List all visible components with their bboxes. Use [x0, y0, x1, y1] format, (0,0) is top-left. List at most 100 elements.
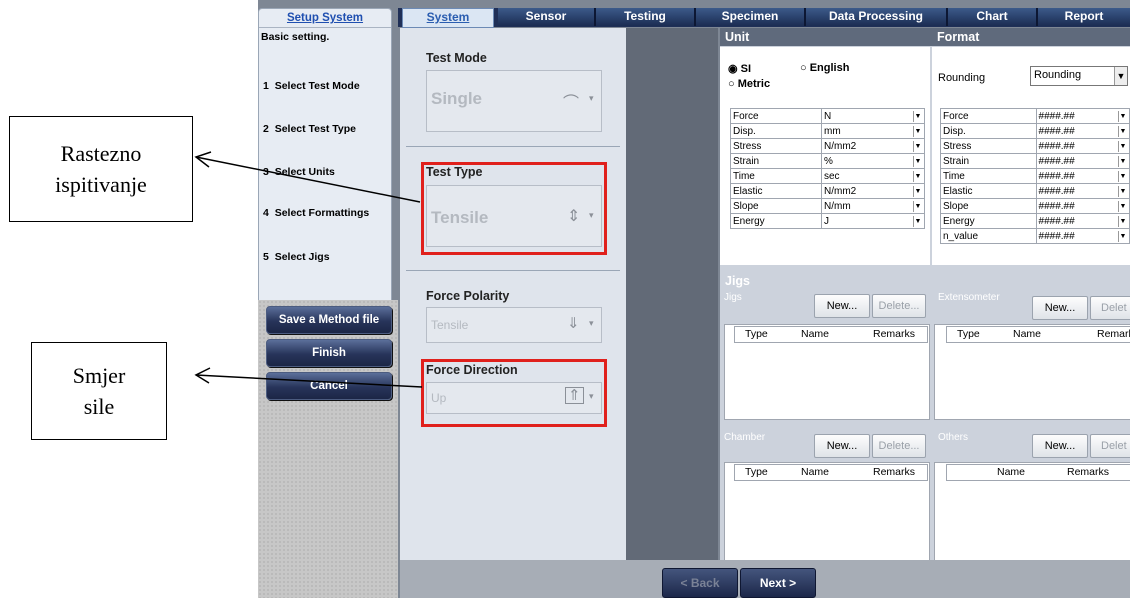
- table-row: Slope N/mm ▼: [730, 198, 925, 214]
- tab-testing[interactable]: Testing: [596, 8, 696, 26]
- row-value-select[interactable]: ####.## ▼: [1035, 213, 1130, 229]
- callout-direction: Smjer sile: [31, 342, 167, 440]
- chevron-down-icon: ▼: [1118, 110, 1127, 122]
- others-label: Others: [938, 432, 969, 443]
- tab-chart[interactable]: Chart: [948, 8, 1038, 26]
- app-window: System Sensor Testing Specimen Data Proc…: [258, 0, 1130, 598]
- tab-data-processing[interactable]: Data Processing: [806, 8, 948, 26]
- step-4[interactable]: 4 Select Formattings: [263, 207, 369, 219]
- chamber-new-button[interactable]: New...: [814, 434, 870, 458]
- chevron-down-icon: ▼: [1118, 185, 1127, 197]
- table-row: Time ####.## ▼: [940, 168, 1130, 184]
- test-mode-label: Test Mode: [426, 51, 487, 65]
- tab-report[interactable]: Report: [1038, 8, 1130, 26]
- jigs-label: Jigs: [724, 292, 742, 303]
- step-5[interactable]: 5 Select Jigs: [263, 251, 330, 263]
- row-value-select[interactable]: ####.## ▼: [1035, 228, 1130, 244]
- table-row: Time sec ▼: [730, 168, 925, 184]
- tab-system[interactable]: System: [402, 8, 494, 28]
- chevron-down-icon: ▾: [589, 318, 594, 328]
- row-value-select[interactable]: J ▼: [821, 213, 925, 229]
- metric-radio[interactable]: ○ Metric: [728, 78, 770, 90]
- tab-bar: System Sensor Testing Specimen Data Proc…: [398, 8, 1130, 28]
- table-row: Strain ####.## ▼: [940, 153, 1130, 169]
- extensometer-list-header: Type Name Remarks: [946, 326, 1130, 343]
- unit-title: Unit: [720, 28, 935, 46]
- test-mode-select[interactable]: Single ⌒ ▾: [426, 70, 602, 132]
- row-name: Stress: [730, 138, 822, 154]
- jigs-new-button[interactable]: New...: [814, 294, 870, 318]
- divider: [406, 146, 620, 147]
- chevron-down-icon: ▼: [1118, 140, 1127, 152]
- divider: [406, 270, 620, 271]
- chevron-down-icon: ▼: [1118, 200, 1127, 212]
- rounding-label: Rounding: [938, 72, 986, 84]
- table-row: n_value ####.## ▼: [940, 228, 1130, 244]
- row-value-select[interactable]: N/mm ▼: [821, 198, 925, 214]
- table-row: Elastic ####.## ▼: [940, 183, 1130, 199]
- table-row: Disp. mm ▼: [730, 123, 925, 139]
- callout-tensile: Rastezno ispitivanje: [9, 116, 193, 222]
- basic-setting-label: Basic setting.: [261, 31, 330, 43]
- step-2[interactable]: 2 Select Test Type: [263, 123, 356, 135]
- si-radio[interactable]: ◉ SI: [728, 62, 751, 75]
- cancel-button[interactable]: Cancel: [266, 372, 392, 400]
- chevron-down-icon: ▼: [1114, 67, 1127, 85]
- force-polarity-select[interactable]: Tensile ⇓ ▾: [426, 307, 602, 343]
- row-value-select[interactable]: N/mm2 ▼: [821, 138, 925, 154]
- row-value-select[interactable]: ####.## ▼: [1035, 153, 1130, 169]
- others-delete-button[interactable]: Delet: [1090, 434, 1130, 458]
- row-value-select[interactable]: N/mm2 ▼: [821, 183, 925, 199]
- step-1[interactable]: 1 Select Test Mode: [263, 80, 360, 92]
- chevron-down-icon: ▼: [1118, 125, 1127, 137]
- table-row: Disp. ####.## ▼: [940, 123, 1130, 139]
- row-value-select[interactable]: ####.## ▼: [1035, 198, 1130, 214]
- row-name: Force: [730, 108, 822, 124]
- jigs-delete-button[interactable]: Delete...: [872, 294, 926, 318]
- unit-table: Force N ▼ Disp. mm ▼ Stress N/mm2 ▼ Strain% ▼ Time s…: [730, 108, 925, 229]
- row-value-select[interactable]: mm ▼: [821, 123, 925, 139]
- row-name: Energy: [730, 213, 822, 229]
- chevron-down-icon: ▼: [1118, 230, 1127, 242]
- row-name: Force: [940, 108, 1037, 124]
- tab-sensor[interactable]: Sensor: [498, 8, 596, 26]
- chamber-list-header: Type Name Remarks: [734, 464, 928, 481]
- row-name: Slope: [730, 198, 822, 214]
- row-value-select[interactable]: N ▼: [821, 108, 925, 124]
- row-value-select[interactable]: ####.## ▼: [1035, 183, 1130, 199]
- table-row: Force N ▼: [730, 108, 925, 124]
- others-list-header: Name Remarks: [946, 464, 1130, 481]
- tab-specimen[interactable]: Specimen: [696, 8, 806, 26]
- back-button[interactable]: < Back: [662, 568, 738, 598]
- callout-tensile-line1: Rastezno: [60, 141, 142, 166]
- finish-button[interactable]: Finish: [266, 339, 392, 367]
- table-row: Elastic N/mm2 ▼: [730, 183, 925, 199]
- row-name: n_value: [940, 228, 1037, 244]
- chevron-down-icon: ▼: [913, 140, 922, 152]
- row-value-select[interactable]: sec ▼: [821, 168, 925, 184]
- table-row: Energy J ▼: [730, 213, 925, 229]
- setup-system-title[interactable]: Setup System: [259, 9, 391, 28]
- others-new-button[interactable]: New...: [1032, 434, 1088, 458]
- english-radio[interactable]: ○ English: [800, 62, 849, 74]
- format-title: Format: [932, 28, 1130, 46]
- rounding-select[interactable]: Rounding ▼: [1030, 66, 1128, 86]
- table-row: Stress ####.## ▼: [940, 138, 1130, 154]
- next-button[interactable]: Next >: [740, 568, 816, 598]
- extensometer-new-button[interactable]: New...: [1032, 296, 1088, 320]
- step-3[interactable]: 3 Select Units: [263, 166, 335, 178]
- row-value-select[interactable]: ####.## ▼: [1035, 108, 1130, 124]
- extensometer-delete-button[interactable]: Delet: [1090, 296, 1130, 320]
- row-name: Slope: [940, 198, 1037, 214]
- row-value-select[interactable]: ####.## ▼: [1035, 168, 1130, 184]
- chamber-delete-button[interactable]: Delete...: [872, 434, 926, 458]
- row-value-select[interactable]: % ▼: [821, 153, 925, 169]
- callout-direction-line1: Smjer: [72, 363, 126, 388]
- row-value-select[interactable]: ####.## ▼: [1035, 123, 1130, 139]
- chevron-down-icon: ▼: [913, 170, 922, 182]
- row-name: Energy: [940, 213, 1037, 229]
- save-method-file-button[interactable]: Save a Method file: [266, 306, 392, 334]
- force-polarity-label: Force Polarity: [426, 289, 510, 303]
- row-value-select[interactable]: ####.## ▼: [1035, 138, 1130, 154]
- wizard-steps-panel: Setup System Basic setting. 1 Select Tes…: [258, 8, 392, 302]
